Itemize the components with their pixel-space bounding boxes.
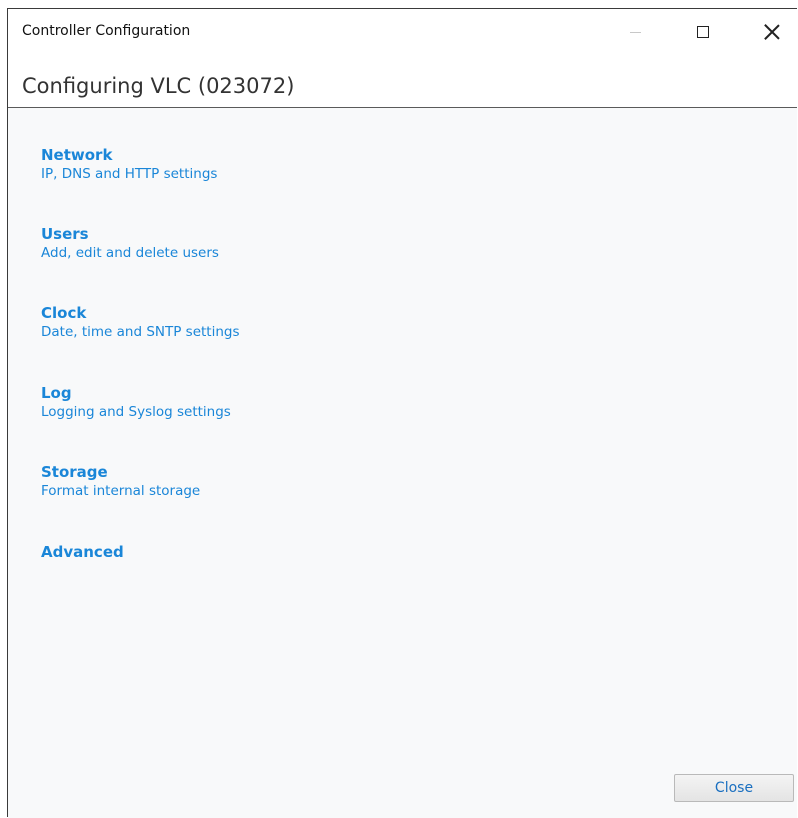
maximize-icon (697, 26, 709, 38)
menu-item-description[interactable]: Format internal storage (41, 482, 200, 500)
controller-configuration-window: Controller Configuration Configuring VLC… (7, 8, 797, 818)
page-title: Configuring VLC (023072) (22, 74, 295, 98)
page-header: Configuring VLC (023072) (8, 55, 797, 108)
window-title: Controller Configuration (22, 23, 191, 39)
menu-item-network[interactable]: Network IP, DNS and HTTP settings (41, 146, 217, 183)
close-window-button[interactable] (749, 9, 795, 55)
menu-item-description[interactable]: Logging and Syslog settings (41, 403, 231, 421)
menu-item-advanced[interactable]: Advanced (41, 543, 124, 562)
menu-item-description[interactable]: Add, edit and delete users (41, 244, 219, 262)
menu-item-description[interactable]: IP, DNS and HTTP settings (41, 165, 217, 183)
close-button[interactable]: Close (674, 774, 794, 802)
menu-item-label[interactable]: Log (41, 384, 231, 403)
menu-item-clock[interactable]: Clock Date, time and SNTP settings (41, 304, 240, 341)
menu-item-label[interactable]: Storage (41, 463, 200, 482)
menu-item-label[interactable]: Clock (41, 304, 240, 323)
title-bar[interactable]: Controller Configuration (8, 9, 797, 55)
menu-item-users[interactable]: Users Add, edit and delete users (41, 225, 219, 262)
minimize-icon (629, 31, 641, 33)
maximize-button[interactable] (680, 9, 726, 55)
menu-item-label[interactable]: Advanced (41, 543, 124, 562)
settings-menu: Network IP, DNS and HTTP settings Users … (8, 108, 797, 818)
minimize-button[interactable] (612, 9, 658, 55)
menu-item-description[interactable]: Date, time and SNTP settings (41, 323, 240, 341)
menu-item-label[interactable]: Network (41, 146, 217, 165)
menu-item-storage[interactable]: Storage Format internal storage (41, 463, 200, 500)
menu-item-label[interactable]: Users (41, 225, 219, 244)
menu-item-log[interactable]: Log Logging and Syslog settings (41, 384, 231, 421)
close-icon (764, 24, 780, 40)
